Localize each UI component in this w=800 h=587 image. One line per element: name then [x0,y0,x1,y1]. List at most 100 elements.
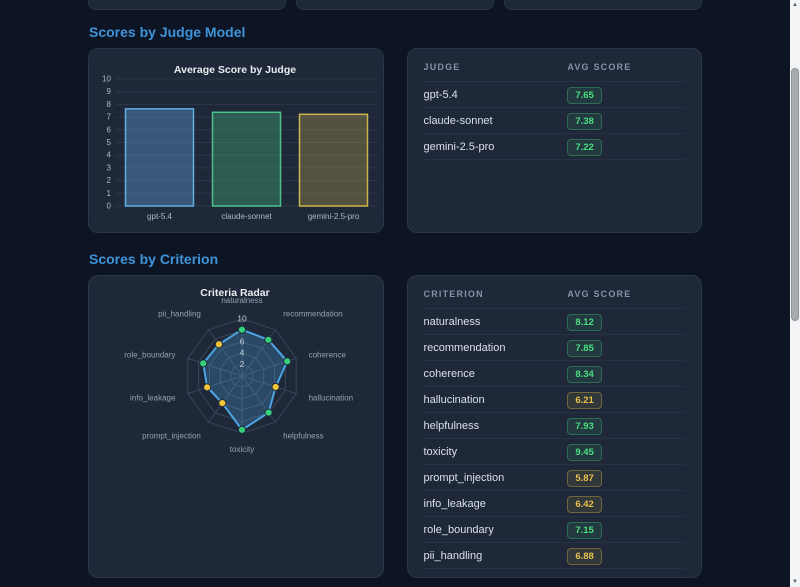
row-label: role_boundary [424,524,568,536]
page-content: Scores by Judge Model Average Score by J… [0,0,790,587]
radar-axis-label-helpfulness: helpfulness [283,432,323,441]
radial-tick-label: 10 [237,314,247,324]
score-cell: 9.45 [567,446,602,458]
main-container: Scores by Judge Model Average Score by J… [88,0,702,578]
score-cell: 8.12 [567,316,602,328]
row-label: helpfulness [424,420,568,432]
score-badge: 5.87 [567,470,602,487]
column-header-avg-score: AVG SCORE [567,289,631,299]
radar-axis-label-role_boundary: role_boundary [124,350,175,359]
x-tick-label: gpt-5.4 [147,212,172,221]
radar-axis-label-recommendation: recommendation [283,309,343,318]
table-row: toxicity9.45 [424,439,686,465]
radar-axis-label-info_leakage: info_leakage [130,394,176,403]
score-cell: 6.88 [567,550,602,562]
radial-tick-label: 6 [240,336,245,346]
score-cell: 7.22 [567,141,602,153]
table-row: claude-sonnet7.38 [424,108,686,134]
radar-axis-label-naturalness: naturalness [221,296,262,305]
score-cell: 7.65 [567,89,602,101]
y-tick-label: 3 [107,163,112,172]
row-label: gpt-5.4 [424,89,568,101]
y-tick-label: 6 [107,125,112,134]
radar-point-info_leakage [204,384,211,391]
row-label: pii_handling [424,550,568,562]
radar-point-recommendation [265,336,272,343]
judge-section-grid: Average Score by Judge012345678910gpt-5.… [88,48,702,233]
stat-card-stub [88,0,286,10]
x-tick-label: claude-sonnet [221,212,272,221]
row-label: toxicity [424,446,568,458]
y-tick-label: 8 [107,100,112,109]
column-header-criterion: CRITERION [424,289,568,299]
y-tick-label: 7 [107,113,112,122]
radar-point-naturalness [238,326,245,333]
score-cell: 7.85 [567,342,602,354]
score-cell: 6.21 [567,394,602,406]
table-row: hallucination6.21 [424,387,686,413]
score-badge: 8.34 [567,366,602,383]
judge-table-body: gpt-5.47.65claude-sonnet7.38gemini-2.5-p… [424,82,686,160]
stat-card-stub [504,0,702,10]
scroll-down-icon[interactable]: ▼ [790,577,800,587]
scroll-up-icon[interactable]: ▲ [790,0,800,10]
score-cell: 7.15 [567,524,602,536]
radar-point-toxicity [238,426,245,433]
column-header-avg-score: AVG SCORE [567,62,631,72]
criterion-section-grid: Criteria Radar246810naturalnessrecommend… [88,275,702,578]
table-row: helpfulness7.93 [424,413,686,439]
table-header-row: CRITERION AVG SCORE [424,276,686,309]
table-row: naturalness8.12 [424,309,686,335]
row-label: info_leakage [424,498,568,510]
y-tick-label: 2 [107,176,112,185]
score-cell: 8.34 [567,368,602,380]
radar-point-coherence [284,358,291,365]
score-cell: 7.93 [567,420,602,432]
section-title-judge: Scores by Judge Model [89,24,702,40]
criterion-table-body: naturalness8.12 recommendation7.85 coheren… [424,309,686,569]
radial-tick-label: 4 [240,348,245,358]
vertical-scrollbar[interactable]: ▲ ▼ [790,0,800,587]
row-label: claude-sonnet [424,115,568,127]
score-cell: 7.38 [567,115,602,127]
section-title-criterion: Scores by Criterion [89,251,702,267]
y-tick-label: 10 [102,75,111,84]
y-tick-label: 1 [107,189,112,198]
radar-point-helpfulness [265,409,272,416]
criterion-table-card: CRITERION AVG SCORE naturalness8.12 recom… [407,275,703,578]
score-badge: 7.65 [567,87,602,104]
score-badge: 7.38 [567,113,602,130]
bar-gpt-5.4 [126,109,194,206]
bar-gemini-2.5-pro [300,114,368,206]
radar-axis-label-toxicity: toxicity [230,445,254,454]
table-header-row: JUDGE AVG SCORE [424,49,686,82]
radar-point-role_boundary [200,360,207,367]
radar-axis-label-coherence: coherence [309,350,347,359]
score-badge: 7.85 [567,340,602,357]
bar-chart-title: Average Score by Judge [174,64,296,76]
bar-chart-card: Average Score by Judge012345678910gpt-5.… [88,48,384,233]
row-label: gemini-2.5-pro [424,141,568,153]
row-label: recommendation [424,342,568,354]
score-cell: 6.42 [567,498,602,510]
bar-chart: Average Score by Judge012345678910gpt-5.… [89,49,382,233]
radar-axis-label-pii_handling: pii_handling [158,309,201,318]
bar-claude-sonnet [213,112,281,206]
score-cell: 5.87 [567,472,602,484]
stat-card-stub [296,0,494,10]
table-row: gpt-5.47.65 [424,82,686,108]
row-label: prompt_injection [424,472,568,484]
y-tick-label: 4 [107,151,112,160]
score-badge: 6.21 [567,392,602,409]
score-badge: 9.45 [567,444,602,461]
score-badge: 7.93 [567,418,602,435]
y-tick-label: 5 [107,138,112,147]
scrollbar-thumb[interactable] [791,68,799,321]
radar-chart-card: Criteria Radar246810naturalnessrecommend… [88,275,384,578]
table-row: coherence8.34 [424,361,686,387]
table-row: gemini-2.5-pro7.22 [424,134,686,160]
radar-axis-label-prompt_injection: prompt_injection [142,432,201,441]
score-badge: 8.12 [567,314,602,331]
row-label: coherence [424,368,568,380]
table-row: role_boundary7.15 [424,517,686,543]
